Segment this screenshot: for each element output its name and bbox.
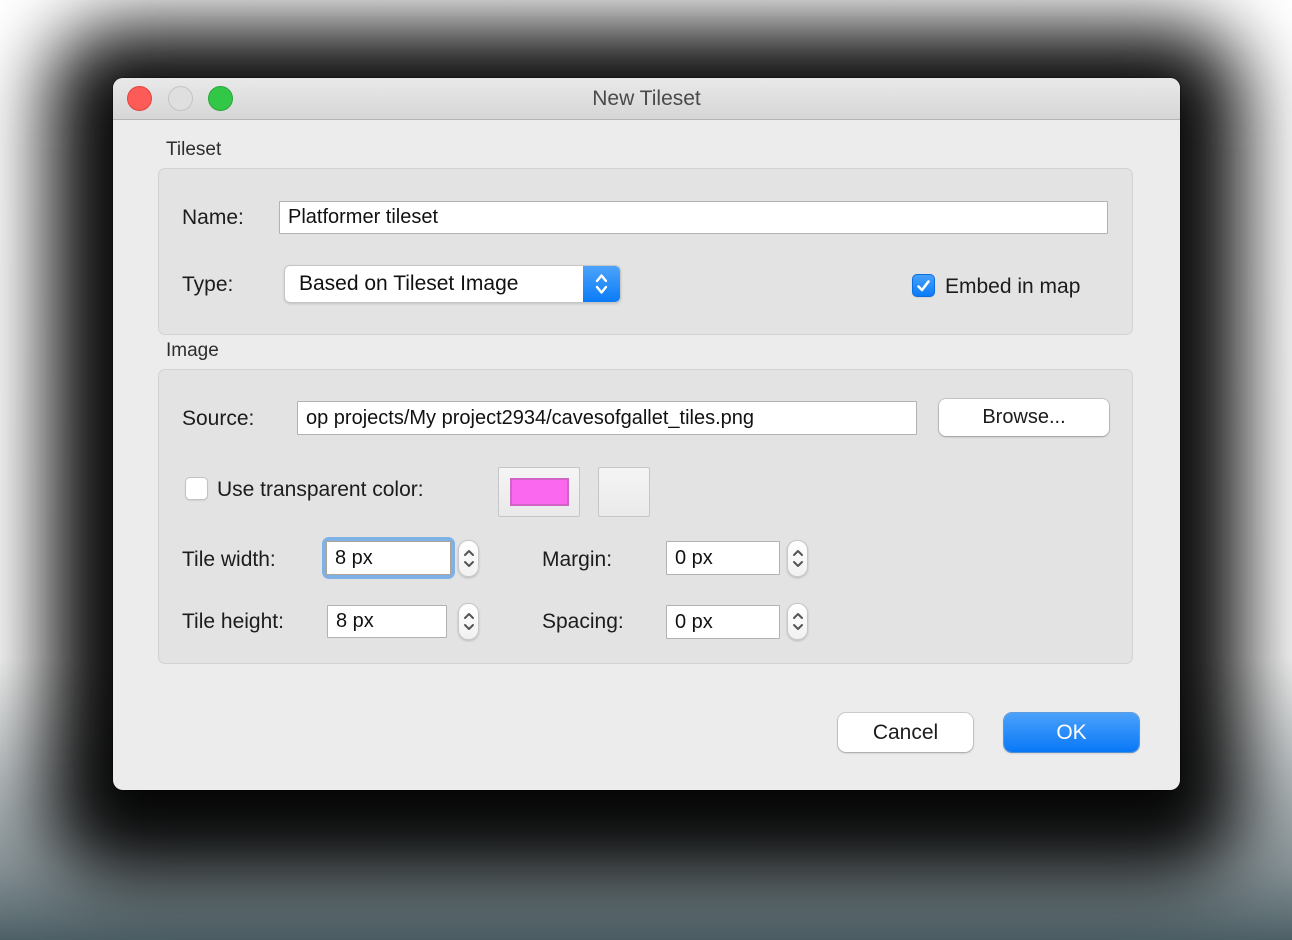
tileset-groupbox: [158, 168, 1133, 335]
tile-height-input[interactable]: [327, 605, 447, 638]
chevron-up-icon: [463, 549, 475, 557]
source-label: Source:: [182, 407, 254, 431]
tile-width-input[interactable]: [326, 541, 451, 575]
use-transparent-color-checkbox[interactable]: [185, 477, 208, 500]
use-transparent-color-label: Use transparent color:: [217, 478, 424, 502]
chevron-up-icon: [792, 612, 804, 620]
type-select-value: Based on Tileset Image: [299, 266, 518, 302]
titlebar[interactable]: New Tileset: [113, 78, 1180, 120]
browse-button[interactable]: Browse...: [939, 399, 1109, 436]
chevron-down-icon: [463, 623, 475, 631]
source-input[interactable]: [297, 401, 917, 435]
margin-input[interactable]: [666, 541, 780, 575]
new-tileset-dialog: New Tileset Tileset Name: Type: Based on…: [113, 78, 1180, 790]
chevron-up-icon: [463, 612, 475, 620]
pick-color-button[interactable]: [598, 467, 650, 517]
name-input[interactable]: [279, 201, 1108, 234]
type-label: Type:: [182, 273, 233, 297]
spacing-stepper[interactable]: [787, 603, 808, 640]
name-label: Name:: [182, 206, 244, 230]
cancel-button[interactable]: Cancel: [838, 713, 973, 752]
type-select[interactable]: Based on Tileset Image: [284, 265, 621, 303]
tile-width-label: Tile width:: [182, 548, 276, 572]
desktop-stage: New Tileset Tileset Name: Type: Based on…: [0, 0, 1292, 940]
tile-height-stepper[interactable]: [458, 603, 479, 640]
chevron-up-icon: [792, 549, 804, 557]
embed-in-map-checkbox[interactable]: [912, 274, 935, 297]
magenta-color-swatch: [510, 478, 569, 506]
tileset-group-title: Tileset: [166, 139, 221, 161]
margin-label: Margin:: [542, 548, 612, 572]
transparent-color-swatch-button[interactable]: [498, 467, 580, 517]
ok-button[interactable]: OK: [1004, 713, 1139, 752]
spacing-input[interactable]: [666, 605, 780, 639]
chevron-down-icon: [792, 623, 804, 631]
window-title: New Tileset: [113, 78, 1180, 120]
chevron-down-icon: [792, 560, 804, 568]
margin-stepper[interactable]: [787, 540, 808, 577]
tile-height-label: Tile height:: [182, 610, 284, 634]
tile-width-stepper[interactable]: [458, 540, 479, 577]
chevron-up-down-icon: [583, 266, 620, 302]
chevron-down-icon: [463, 560, 475, 568]
tile-width-focus-ring: [322, 537, 455, 579]
checkmark-icon: [916, 279, 931, 293]
spacing-label: Spacing:: [542, 610, 624, 634]
image-group-title: Image: [166, 340, 219, 362]
embed-in-map-label: Embed in map: [945, 275, 1080, 299]
